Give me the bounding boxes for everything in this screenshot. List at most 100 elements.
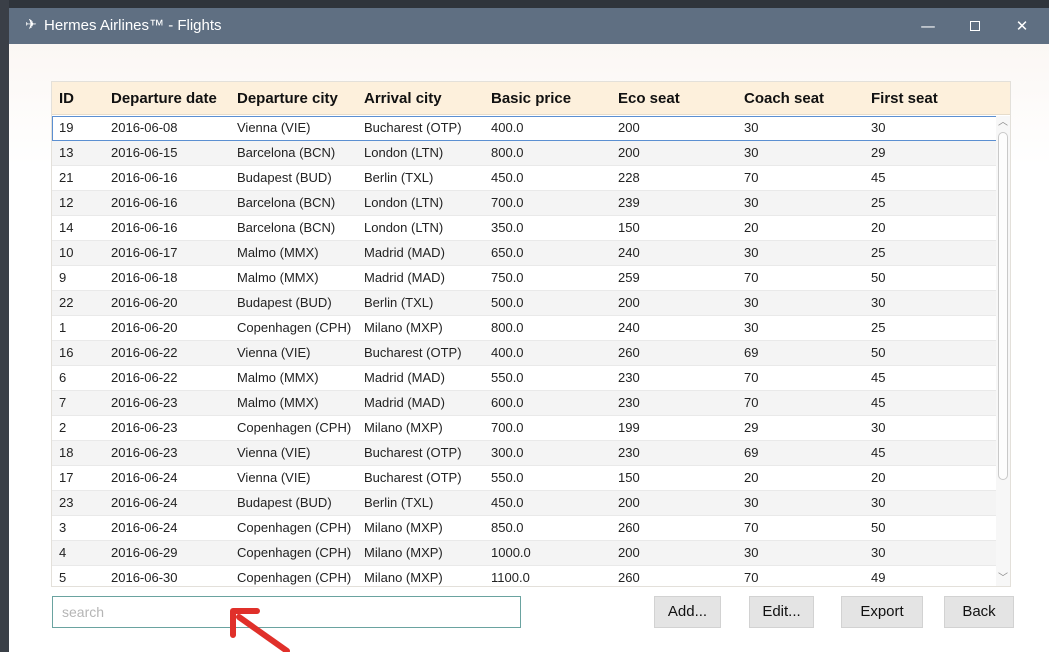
cell-id: 23: [59, 495, 74, 510]
window-title: Hermes Airlines™ - Flights: [44, 17, 222, 34]
cell-coach-seat: 30: [744, 295, 759, 310]
table-row[interactable]: 1 2016-06-20 Copenhagen (CPH) Milano (MXP) 8…: [52, 316, 997, 341]
table-row[interactable]: 18 2016-06-23 Vienna (VIE) Bucharest (OTP) 3…: [52, 441, 997, 466]
cell-departure-city: Copenhagen (CPH): [237, 545, 352, 560]
cell-departure-city: Copenhagen (CPH): [237, 570, 352, 585]
cell-coach-seat: 70: [744, 520, 759, 535]
content-area: ID Departure date Departure city Arrival…: [9, 44, 1049, 652]
cell-first-seat: 30: [871, 420, 886, 435]
cell-first-seat: 29: [871, 145, 886, 160]
cell-departure-city: Vienna (VIE): [237, 445, 311, 460]
cell-departure-city: Vienna (VIE): [237, 345, 311, 360]
table-row[interactable]: 23 2016-06-24 Budapest (BUD) Berlin (TXL) 45…: [52, 491, 997, 516]
cell-departure-city: Copenhagen (CPH): [237, 420, 352, 435]
cell-coach-seat: 30: [744, 545, 759, 560]
back-button[interactable]: Back: [944, 596, 1014, 628]
cell-eco-seat: 230: [618, 370, 640, 385]
cell-arrival-city: Madrid (MAD): [364, 370, 445, 385]
table-row[interactable]: 10 2016-06-17 Malmo (MMX) Madrid (MAD) 650.0…: [52, 241, 997, 266]
column-header-first-seat[interactable]: First seat: [871, 82, 938, 115]
column-header-arrival-city[interactable]: Arrival city: [364, 82, 442, 115]
table-row[interactable]: 12 2016-06-16 Barcelona (BCN) London (LTN) 7…: [52, 191, 997, 216]
table-row[interactable]: 17 2016-06-24 Vienna (VIE) Bucharest (OTP) 5…: [52, 466, 997, 491]
cell-departure-date: 2016-06-23: [111, 395, 178, 410]
cell-departure-city: Vienna (VIE): [237, 120, 311, 135]
cell-departure-date: 2016-06-08: [111, 120, 178, 135]
cell-eco-seat: 150: [618, 470, 640, 485]
cell-coach-seat: 30: [744, 320, 759, 335]
table-row[interactable]: 5 2016-06-30 Copenhagen (CPH) Milano (MXP) 1…: [52, 566, 997, 586]
cell-arrival-city: Madrid (MAD): [364, 395, 445, 410]
cell-id: 1: [59, 320, 67, 335]
cell-eco-seat: 200: [618, 295, 640, 310]
table-row[interactable]: 2 2016-06-23 Copenhagen (CPH) Milano (MXP) 7…: [52, 416, 997, 441]
column-header-id[interactable]: ID: [59, 82, 74, 115]
cell-departure-city: Barcelona (BCN): [237, 220, 336, 235]
table-row[interactable]: 16 2016-06-22 Vienna (VIE) Bucharest (OTP) 4…: [52, 341, 997, 366]
table-row[interactable]: 3 2016-06-24 Copenhagen (CPH) Milano (MXP) 8…: [52, 516, 997, 541]
cell-first-seat: 45: [871, 445, 886, 460]
desktop-background-top: [9, 0, 1049, 8]
cell-departure-city: Malmo (MMX): [237, 270, 319, 285]
cell-departure-date: 2016-06-24: [111, 470, 178, 485]
cell-eco-seat: 240: [618, 320, 640, 335]
cell-first-seat: 50: [871, 520, 886, 535]
minimize-button[interactable]: —: [905, 8, 951, 44]
cell-arrival-city: Berlin (TXL): [364, 170, 434, 185]
scrollbar-thumb[interactable]: [998, 132, 1008, 480]
table-row[interactable]: 19 2016-06-08 Vienna (VIE) Bucharest (OTP) 4…: [52, 116, 997, 141]
cell-arrival-city: Milano (MXP): [364, 545, 443, 560]
cell-id: 3: [59, 520, 67, 535]
table-row[interactable]: 4 2016-06-29 Copenhagen (CPH) Milano (MXP) 1…: [52, 541, 997, 566]
cell-departure-date: 2016-06-20: [111, 320, 178, 335]
cell-id: 17: [59, 470, 74, 485]
column-header-departure-date[interactable]: Departure date: [111, 82, 217, 115]
cell-first-seat: 49: [871, 570, 886, 585]
cell-eco-seat: 260: [618, 570, 640, 585]
cell-basic-price: 400.0: [491, 345, 524, 360]
cell-id: 10: [59, 245, 74, 260]
cell-first-seat: 25: [871, 320, 886, 335]
edit-button[interactable]: Edit...: [749, 596, 814, 628]
cell-first-seat: 50: [871, 270, 886, 285]
close-button[interactable]: ✕: [999, 8, 1045, 44]
scroll-down-icon[interactable]: ﹀: [996, 572, 1010, 586]
table-row[interactable]: 9 2016-06-18 Malmo (MMX) Madrid (MAD) 750.0 2…: [52, 266, 997, 291]
column-header-eco-seat[interactable]: Eco seat: [618, 82, 680, 115]
cell-arrival-city: London (LTN): [364, 195, 444, 210]
cell-coach-seat: 30: [744, 495, 759, 510]
cell-departure-date: 2016-06-24: [111, 495, 178, 510]
cell-id: 4: [59, 545, 67, 560]
cell-id: 5: [59, 570, 67, 585]
cell-id: 7: [59, 395, 67, 410]
vertical-scrollbar[interactable]: ︿ ﹀: [996, 116, 1010, 586]
cell-basic-price: 850.0: [491, 520, 524, 535]
cell-first-seat: 45: [871, 370, 886, 385]
export-button[interactable]: Export: [841, 596, 923, 628]
cell-departure-date: 2016-06-23: [111, 445, 178, 460]
table-row[interactable]: 22 2016-06-20 Budapest (BUD) Berlin (TXL) 50…: [52, 291, 997, 316]
cell-eco-seat: 200: [618, 145, 640, 160]
cell-first-seat: 45: [871, 395, 886, 410]
title-bar[interactable]: ✈ Hermes Airlines™ - Flights — ✕: [9, 8, 1049, 44]
cell-basic-price: 400.0: [491, 120, 524, 135]
column-header-basic-price[interactable]: Basic price: [491, 82, 571, 115]
cell-departure-date: 2016-06-23: [111, 420, 178, 435]
add-button[interactable]: Add...: [654, 596, 721, 628]
table-row[interactable]: 7 2016-06-23 Malmo (MMX) Madrid (MAD) 600.0 2…: [52, 391, 997, 416]
scroll-up-icon[interactable]: ︿: [996, 116, 1010, 130]
column-header-departure-city[interactable]: Departure city: [237, 82, 338, 115]
cell-eco-seat: 150: [618, 220, 640, 235]
maximize-button[interactable]: [952, 8, 998, 44]
table-row[interactable]: 14 2016-06-16 Barcelona (BCN) London (LTN) 3…: [52, 216, 997, 241]
table-row[interactable]: 6 2016-06-22 Malmo (MMX) Madrid (MAD) 550.0 2…: [52, 366, 997, 391]
table-row[interactable]: 13 2016-06-15 Barcelona (BCN) London (LTN) 8…: [52, 141, 997, 166]
cell-first-seat: 30: [871, 545, 886, 560]
cell-coach-seat: 30: [744, 195, 759, 210]
cell-coach-seat: 70: [744, 370, 759, 385]
cell-arrival-city: London (LTN): [364, 220, 444, 235]
cell-id: 21: [59, 170, 74, 185]
table-row[interactable]: 21 2016-06-16 Budapest (BUD) Berlin (TXL) 45…: [52, 166, 997, 191]
column-header-coach-seat[interactable]: Coach seat: [744, 82, 824, 115]
cell-coach-seat: 30: [744, 245, 759, 260]
